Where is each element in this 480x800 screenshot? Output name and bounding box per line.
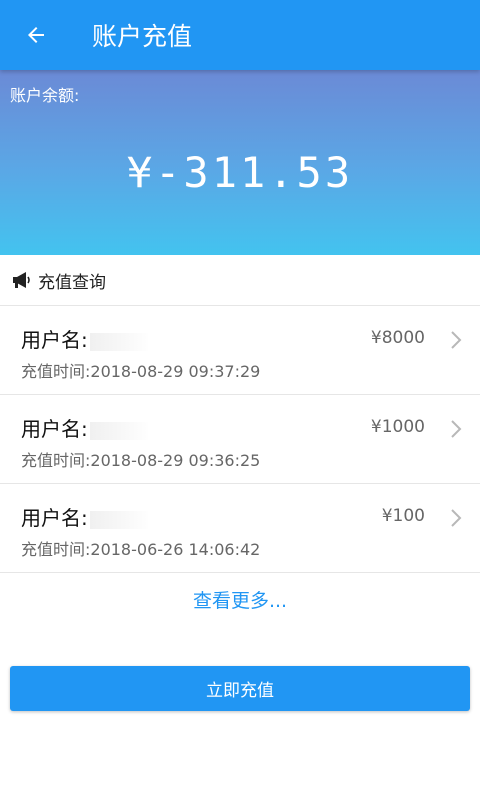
page-title: 账户充值 [92,22,193,51]
username-label: 用户名: [21,417,88,441]
balance-panel: 账户余额: ¥-311.53 [0,70,480,255]
recharge-record[interactable]: 用户名: 充值时间:2018-08-29 09:36:25 ¥1000 [0,395,480,484]
balance-label: 账户余额: [10,86,80,105]
recharge-time: 充值时间:2018-08-29 09:36:25 [21,451,261,470]
recharge-time: 充值时间:2018-08-29 09:37:29 [21,362,261,381]
redacted-username [89,421,148,440]
recharge-time: 充值时间:2018-06-26 14:06:42 [21,540,261,559]
redacted-username [89,332,148,351]
view-more-link[interactable]: 查看更多... [0,586,480,613]
megaphone-icon [12,271,32,289]
username-label: 用户名: [21,328,88,352]
section-title: 充值查询 [38,272,106,293]
chevron-right-icon [451,420,462,438]
chevron-right-icon [451,509,462,527]
recharge-record[interactable]: 用户名: 充值时间:2018-06-26 14:06:42 ¥100 [0,484,480,573]
recharge-amount: ¥100 [381,506,425,526]
username-field: 用户名: [21,502,148,531]
recharge-now-button[interactable]: 立即充值 [10,666,470,711]
app-bar: 账户充值 [0,0,480,70]
recharge-query-header: 充值查询 [0,255,480,306]
username-label: 用户名: [21,506,88,530]
balance-amount: ¥-311.53 [126,148,354,197]
chevron-right-icon [451,331,462,349]
arrow-left-icon [28,27,44,43]
username-field: 用户名: [21,413,148,442]
recharge-amount: ¥8000 [370,328,425,348]
back-button[interactable] [0,0,72,70]
redacted-username [89,510,148,529]
recharge-record[interactable]: 用户名: 充值时间:2018-08-29 09:37:29 ¥8000 [0,306,480,395]
recharge-amount: ¥1000 [370,417,425,437]
username-field: 用户名: [21,324,148,353]
